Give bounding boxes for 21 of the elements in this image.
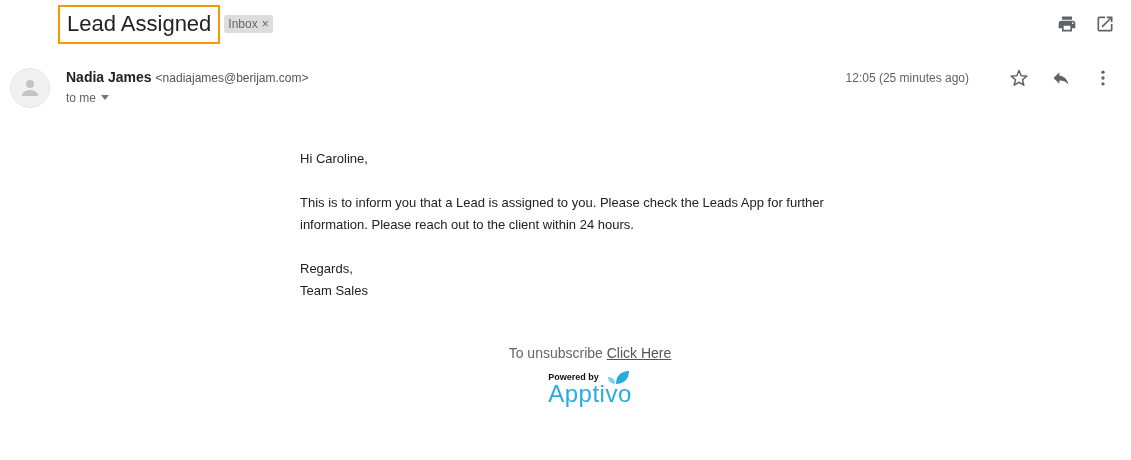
body-text: This is to inform you that a Lead is assigned to you. Please check the Leads App for further information. Please reach out to the client within 24 hours. bbox=[300, 194, 825, 234]
dropdown-caret-icon[interactable] bbox=[100, 95, 110, 101]
open-in-new-window-icon[interactable] bbox=[1095, 14, 1115, 34]
leaf-icon bbox=[606, 370, 631, 386]
unsubscribe-link[interactable]: Click Here bbox=[606, 345, 672, 361]
brand-logo-text: Apptivo bbox=[548, 382, 632, 406]
body-text: Team Sales bbox=[300, 282, 369, 300]
email-subject: Lead Assigned bbox=[58, 4, 221, 44]
print-icon[interactable] bbox=[1057, 14, 1077, 34]
unsubscribe-text: To unsubscribe bbox=[508, 345, 603, 361]
star-icon[interactable] bbox=[1009, 68, 1029, 88]
body-text: Regards, bbox=[300, 260, 354, 278]
body-text: Hi Caroline, bbox=[300, 150, 369, 168]
recipient-text: to me bbox=[66, 91, 96, 105]
message-time: 12:05 (25 minutes ago) bbox=[845, 71, 969, 85]
sender-name: Nadia James bbox=[66, 69, 152, 85]
avatar-icon bbox=[10, 68, 50, 108]
inbox-label[interactable]: Inbox × bbox=[224, 15, 273, 33]
sender-email: <nadiajames@berijam.com> bbox=[155, 71, 309, 85]
powered-by-text: Powered by bbox=[548, 372, 599, 382]
remove-label-button[interactable]: × bbox=[261, 17, 269, 31]
